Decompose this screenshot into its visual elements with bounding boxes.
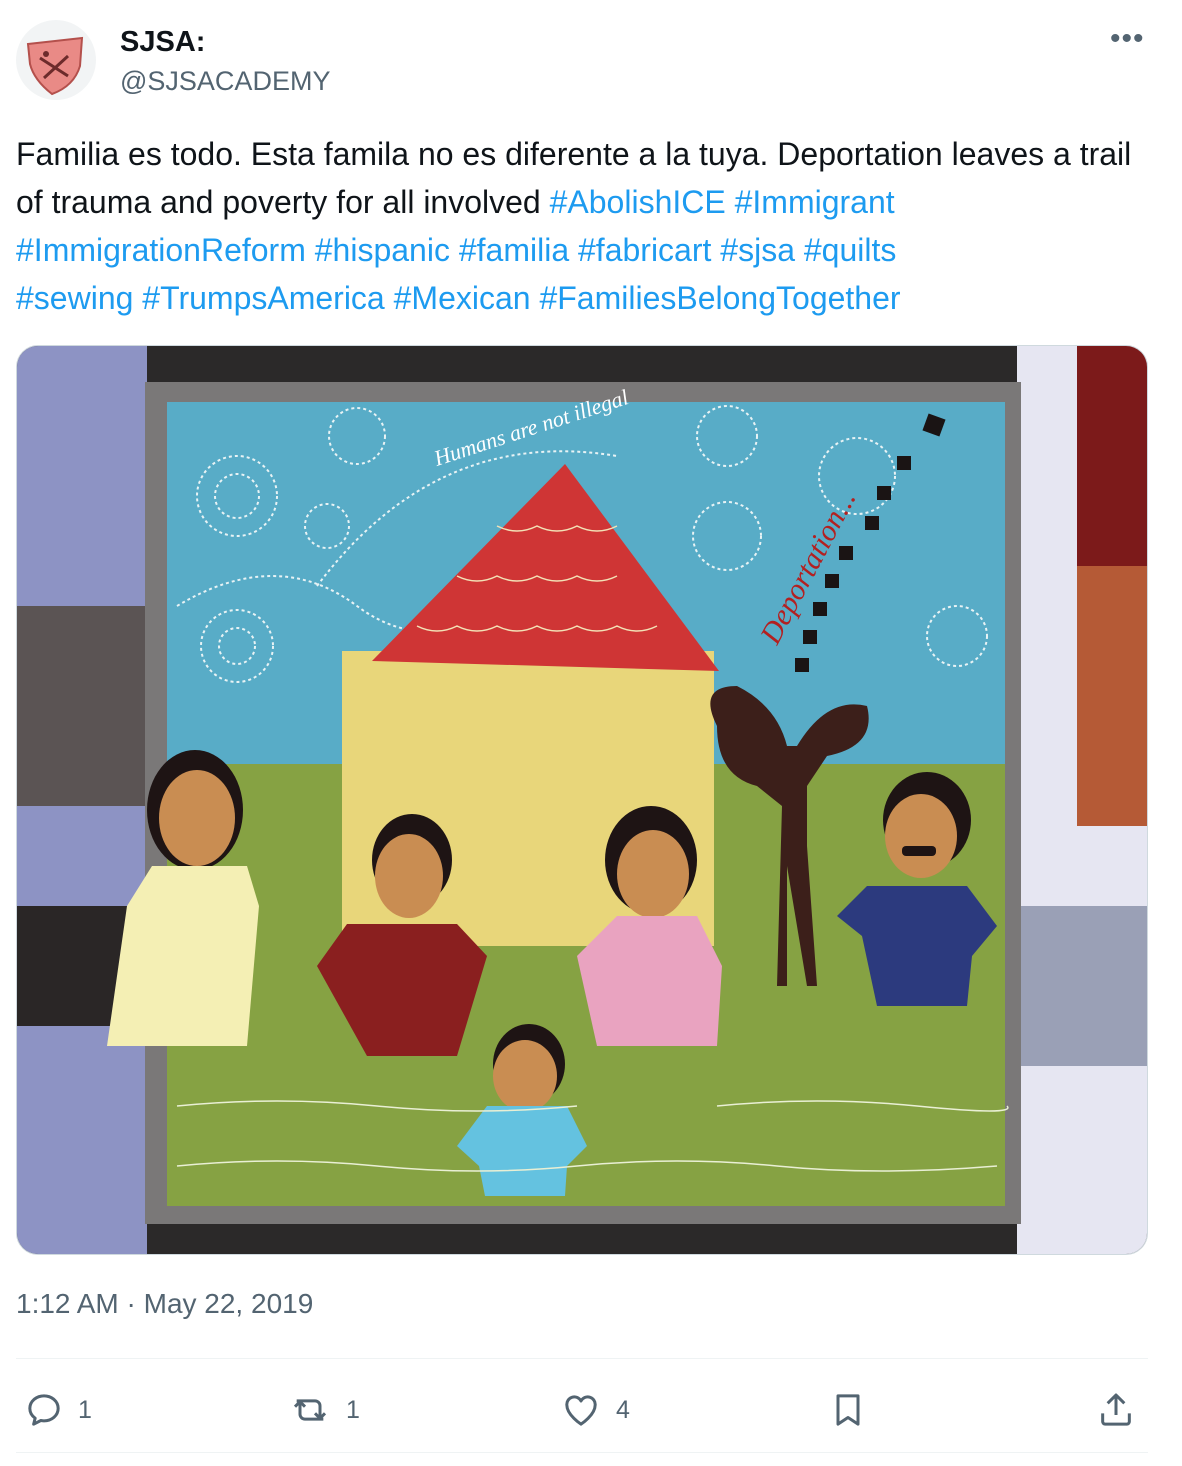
retweet-button[interactable]: 1 <box>288 1388 360 1432</box>
hashtag-link[interactable]: #familia <box>459 232 569 268</box>
reply-button[interactable]: 1 <box>24 1388 92 1432</box>
share-button[interactable] <box>1096 1388 1136 1432</box>
hashtag-link[interactable]: #Immigrant <box>735 184 895 220</box>
hashtag-link[interactable]: #TrumpsAmerica <box>142 280 384 316</box>
shield-logo-icon <box>16 20 96 100</box>
reply-icon <box>28 1394 60 1426</box>
hashtag-link[interactable]: #Mexican <box>394 280 531 316</box>
tweet-text: Familia es todo. Esta famila no es difer… <box>16 130 1166 322</box>
share-icon <box>1101 1393 1131 1426</box>
divider <box>16 1358 1148 1359</box>
avatar[interactable] <box>16 20 96 100</box>
heart-icon <box>565 1395 597 1426</box>
like-count: 4 <box>616 1395 630 1424</box>
bookmark-button[interactable] <box>828 1388 868 1432</box>
display-name[interactable]: SJSA: <box>120 26 205 59</box>
reply-count: 1 <box>78 1395 92 1424</box>
hashtag-link[interactable]: #fabricart <box>578 232 711 268</box>
more-options-icon[interactable]: ••• <box>1110 22 1145 56</box>
hashtag-link[interactable]: #ImmigrationReform <box>16 232 306 268</box>
quilt-image: Humans are not illegal Deportation... <box>17 346 1147 1254</box>
user-handle[interactable]: @SJSACADEMY <box>120 66 330 97</box>
tweet-image[interactable]: Humans are not illegal Deportation... <box>16 345 1148 1255</box>
tweet-timestamp[interactable]: 1:12 AM · May 22, 2019 <box>16 1288 313 1320</box>
hashtag-link[interactable]: #FamiliesBelongTogether <box>539 280 900 316</box>
hashtag-link[interactable]: #sjsa <box>720 232 795 268</box>
hashtag-link[interactable]: #AbolishICE <box>550 184 726 220</box>
retweet-icon <box>293 1399 327 1421</box>
like-button[interactable]: 4 <box>560 1388 630 1432</box>
hashtag-link[interactable]: #quilts <box>804 232 897 268</box>
bookmark-icon <box>836 1394 860 1426</box>
hashtag-link[interactable]: #hispanic <box>315 232 450 268</box>
hashtag-link[interactable]: #sewing <box>16 280 133 316</box>
divider <box>16 1452 1148 1453</box>
retweet-count: 1 <box>346 1395 360 1424</box>
